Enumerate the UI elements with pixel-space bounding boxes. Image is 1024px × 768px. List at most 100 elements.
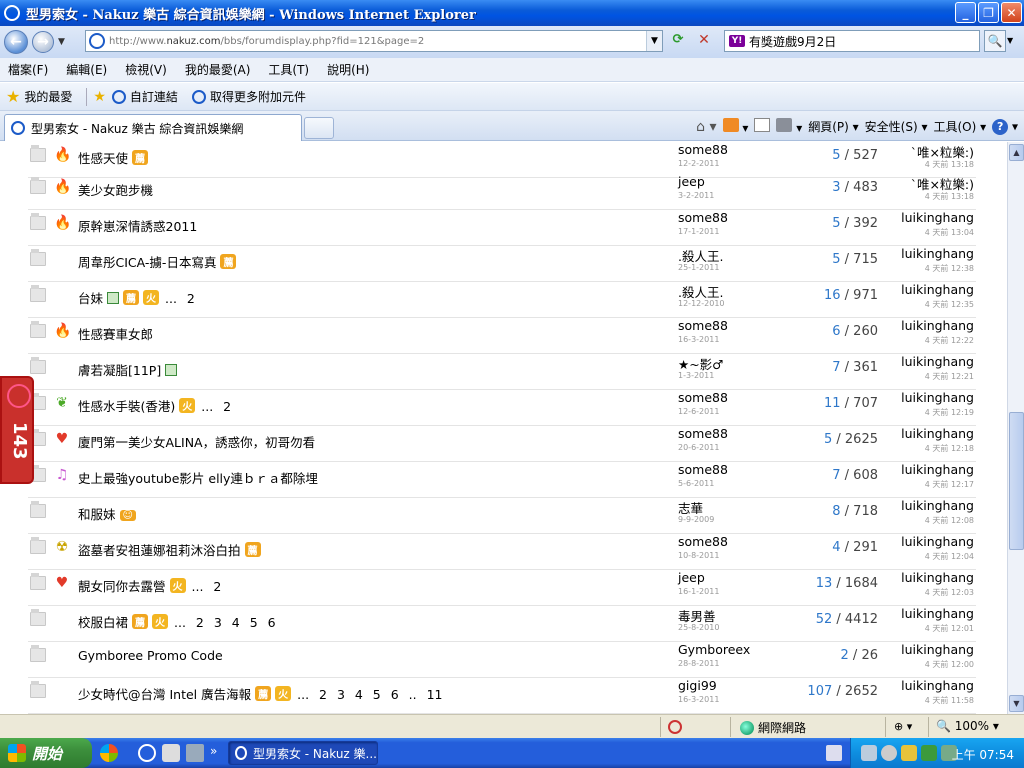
scroll-down-icon[interactable]: ▼ [1009,695,1024,712]
thread-title-link[interactable]: 膚若凝脂[11P] [78,363,161,378]
thread-row[interactable]: 🔥 美少女跑步機 jeep 3-2-2011 3 / 483 `唯×粒樂:) 4 天前 13… [28,174,976,210]
media-quicklaunch-icon[interactable] [186,744,204,762]
thread-author[interactable]: some88 [678,462,728,477]
menu-tools[interactable]: 工具(T) [268,61,309,78]
thread-page-links[interactable]: ... 2 [192,579,222,594]
thread-row[interactable]: 周韋彤CICA-擄-日本寫真薦 .殺人王. 25-1-2011 5 / 715 luik… [28,246,976,282]
thread-title-link[interactable]: 和服妹 [78,507,116,522]
security-zone[interactable]: 網際網路 [740,719,806,736]
last-post-time[interactable]: 4 天前 12:08 [925,515,974,526]
mail-icon[interactable] [754,118,771,132]
last-poster[interactable]: luikinghang [901,642,974,657]
thread-title-link[interactable]: 性感賽車女郎 [78,327,153,342]
address-url[interactable]: http://www.nakuz.com/bbs/forumdisplay.ph… [109,36,424,47]
last-post-time[interactable]: 4 天前 12:03 [925,587,974,598]
last-post-time[interactable]: 4 天前 12:35 [925,299,974,310]
help-icon[interactable]: ? [992,118,1009,135]
language-bar-icon[interactable] [826,745,842,761]
thread-title[interactable]: 性感天使薦 [78,148,149,167]
thread-title[interactable]: 周韋彤CICA-擄-日本寫真薦 [78,252,237,271]
thread-row[interactable]: Gymboree Promo Code Gymboreex 28-8-2011 2 /… [28,642,976,678]
safety-menu[interactable]: 安全性(S) ▾ [865,118,928,135]
last-post-time[interactable]: 4 天前 12:01 [925,623,974,634]
last-poster[interactable]: luikinghang [901,354,974,369]
thread-row[interactable]: 膚若凝脂[11P] ★~影♂ 1-3-2011 7 / 361 luikinghang 4… [28,354,976,390]
tools-menu[interactable]: 工具(O) ▾ [934,118,987,135]
thread-title[interactable]: 性感賽車女郎 [78,324,153,343]
thread-author[interactable]: Gymboreex [678,642,750,657]
thread-author[interactable]: some88 [678,534,728,549]
thread-author[interactable]: jeep [678,174,705,189]
scroll-up-icon[interactable]: ▲ [1009,144,1024,161]
thread-row[interactable]: ❦ 性感水手裝(香港) 火 ... 2 some88 12-6-2011 11 / 707 l… [28,390,976,426]
last-poster[interactable]: luikinghang [901,246,974,261]
thread-title-link[interactable]: 廈門第一美少女ALINA，誘惑你，初哥勿看 [78,435,315,450]
network-icon[interactable] [861,745,877,761]
tab-current[interactable]: 型男索女 - Nakuz 樂古 綜合資訊娛樂網 [4,114,302,141]
home-icon[interactable]: ⌂ ▾ [696,119,716,135]
thread-row[interactable]: 🔥 原幹崽深情誘惑2011 some88 17-1-2011 5 / 392 luikin… [28,210,976,246]
explorer-quicklaunch-icon[interactable] [162,744,180,762]
last-post-time[interactable]: 4 天前 13:04 [925,227,974,238]
popup-blocker-icon[interactable] [668,720,682,734]
new-tab-button[interactable] [304,117,334,139]
page-menu[interactable]: 網頁(P) ▾ [808,118,858,135]
last-post-time[interactable]: 4 天前 11:58 [925,695,974,706]
last-poster[interactable]: luikinghang [901,426,974,441]
thread-title-link[interactable]: 性感天使 [78,151,128,166]
thread-author[interactable]: some88 [678,318,728,333]
thread-author[interactable]: gigi99 [678,678,717,693]
thread-row[interactable]: 🔥 性感天使薦 some88 12-2-2011 5 / 527 `唯×粒樂:) 4 天前 … [28,142,976,178]
thread-author[interactable]: some88 [678,210,728,225]
last-post-time[interactable]: 4 天前 12:18 [925,443,974,454]
thread-row[interactable]: ♫ 史上最強youtube影片 elly連ｂｒａ都除埋 some88 5-6-2011… [28,462,976,498]
thread-title[interactable]: 校服白裙薦火 ... 2 3 4 5 6 [78,612,276,631]
back-button[interactable]: ← [4,30,28,54]
quicklaunch-icon[interactable] [100,744,118,762]
thread-title-link[interactable]: 原幹崽深情誘惑2011 [78,219,197,234]
more-quicklaunch-icon[interactable]: » [210,744,217,758]
thread-author[interactable]: some88 [678,390,728,405]
thread-title-link[interactable]: 美少女跑步機 [78,183,153,198]
thread-title[interactable]: 性感水手裝(香港) 火 ... 2 [78,396,231,415]
history-dropdown-icon[interactable]: ▼ [58,37,65,47]
thread-title[interactable]: 和服妹 ☺ [78,504,136,523]
favorites-button[interactable]: 我的最愛 [24,88,72,105]
last-post-time[interactable]: 4 天前 12:19 [925,407,974,418]
last-poster[interactable]: luikinghang [901,210,974,225]
thread-author[interactable]: jeep [678,570,705,585]
menu-edit[interactable]: 編輯(E) [66,61,107,78]
side-floating-badge[interactable]: 143 [0,376,34,484]
search-icon[interactable]: 🔍 [984,30,1006,52]
last-post-time[interactable]: 4 天前 12:21 [925,371,974,382]
last-poster[interactable]: luikinghang [901,462,974,477]
menu-favorites[interactable]: 我的最愛(A) [185,61,251,78]
address-bar[interactable]: http://www.nakuz.com/bbs/forumdisplay.ph… [85,30,663,52]
last-poster[interactable]: luikinghang [901,534,974,549]
search-dropdown-icon[interactable]: ▼ [1007,36,1013,45]
thread-title[interactable]: Gymboree Promo Code [78,648,223,663]
last-post-time[interactable]: 4 天前 12:00 [925,659,974,670]
menu-file[interactable]: 檔案(F) [8,61,48,78]
window-title-bar[interactable]: 型男索女 - Nakuz 樂古 綜合資訊娛樂網 - Windows Intern… [0,0,1024,26]
thread-title-link[interactable]: 校服白裙 [78,615,128,630]
start-button[interactable]: 開始 [0,738,92,768]
thread-page-links[interactable]: ... 2 3 4 5 6 .. 11 [297,687,442,702]
zoom-level[interactable]: 🔍 100% ▾ [936,719,999,733]
thread-row[interactable]: 少女時代@台灣 Intel 廣告海報薦火 ... 2 3 4 5 6 .. 11 g… [28,678,976,714]
thread-title[interactable]: 盜墓者安祖蓮娜祖莉沐浴白拍薦 [78,540,261,559]
last-poster[interactable]: luikinghang [901,498,974,513]
menu-view[interactable]: 檢視(V) [125,61,167,78]
ie-quicklaunch-icon[interactable] [138,744,156,762]
thread-title-link[interactable]: 史上最強youtube影片 elly連ｂｒａ都除埋 [78,471,318,486]
scrollbar-thumb[interactable] [1009,412,1024,550]
thread-title[interactable]: 台妹 薦火 ... 2 [78,288,195,307]
thread-title[interactable]: 原幹崽深情誘惑2011 [78,216,197,235]
stop-icon[interactable]: ✕ [694,32,714,52]
tray-green-icon[interactable] [921,745,937,761]
search-text[interactable]: 有獎遊戲9月2日 [749,33,836,50]
thread-row[interactable]: 台妹薦火... 2 .殺人王. 12-12-2010 16 / 971 luikingh… [28,282,976,318]
last-post-time[interactable]: 4 天前 13:18 [925,191,974,202]
protected-mode-icon[interactable]: ⊕ ▾ [894,720,912,733]
last-poster[interactable]: luikinghang [901,390,974,405]
